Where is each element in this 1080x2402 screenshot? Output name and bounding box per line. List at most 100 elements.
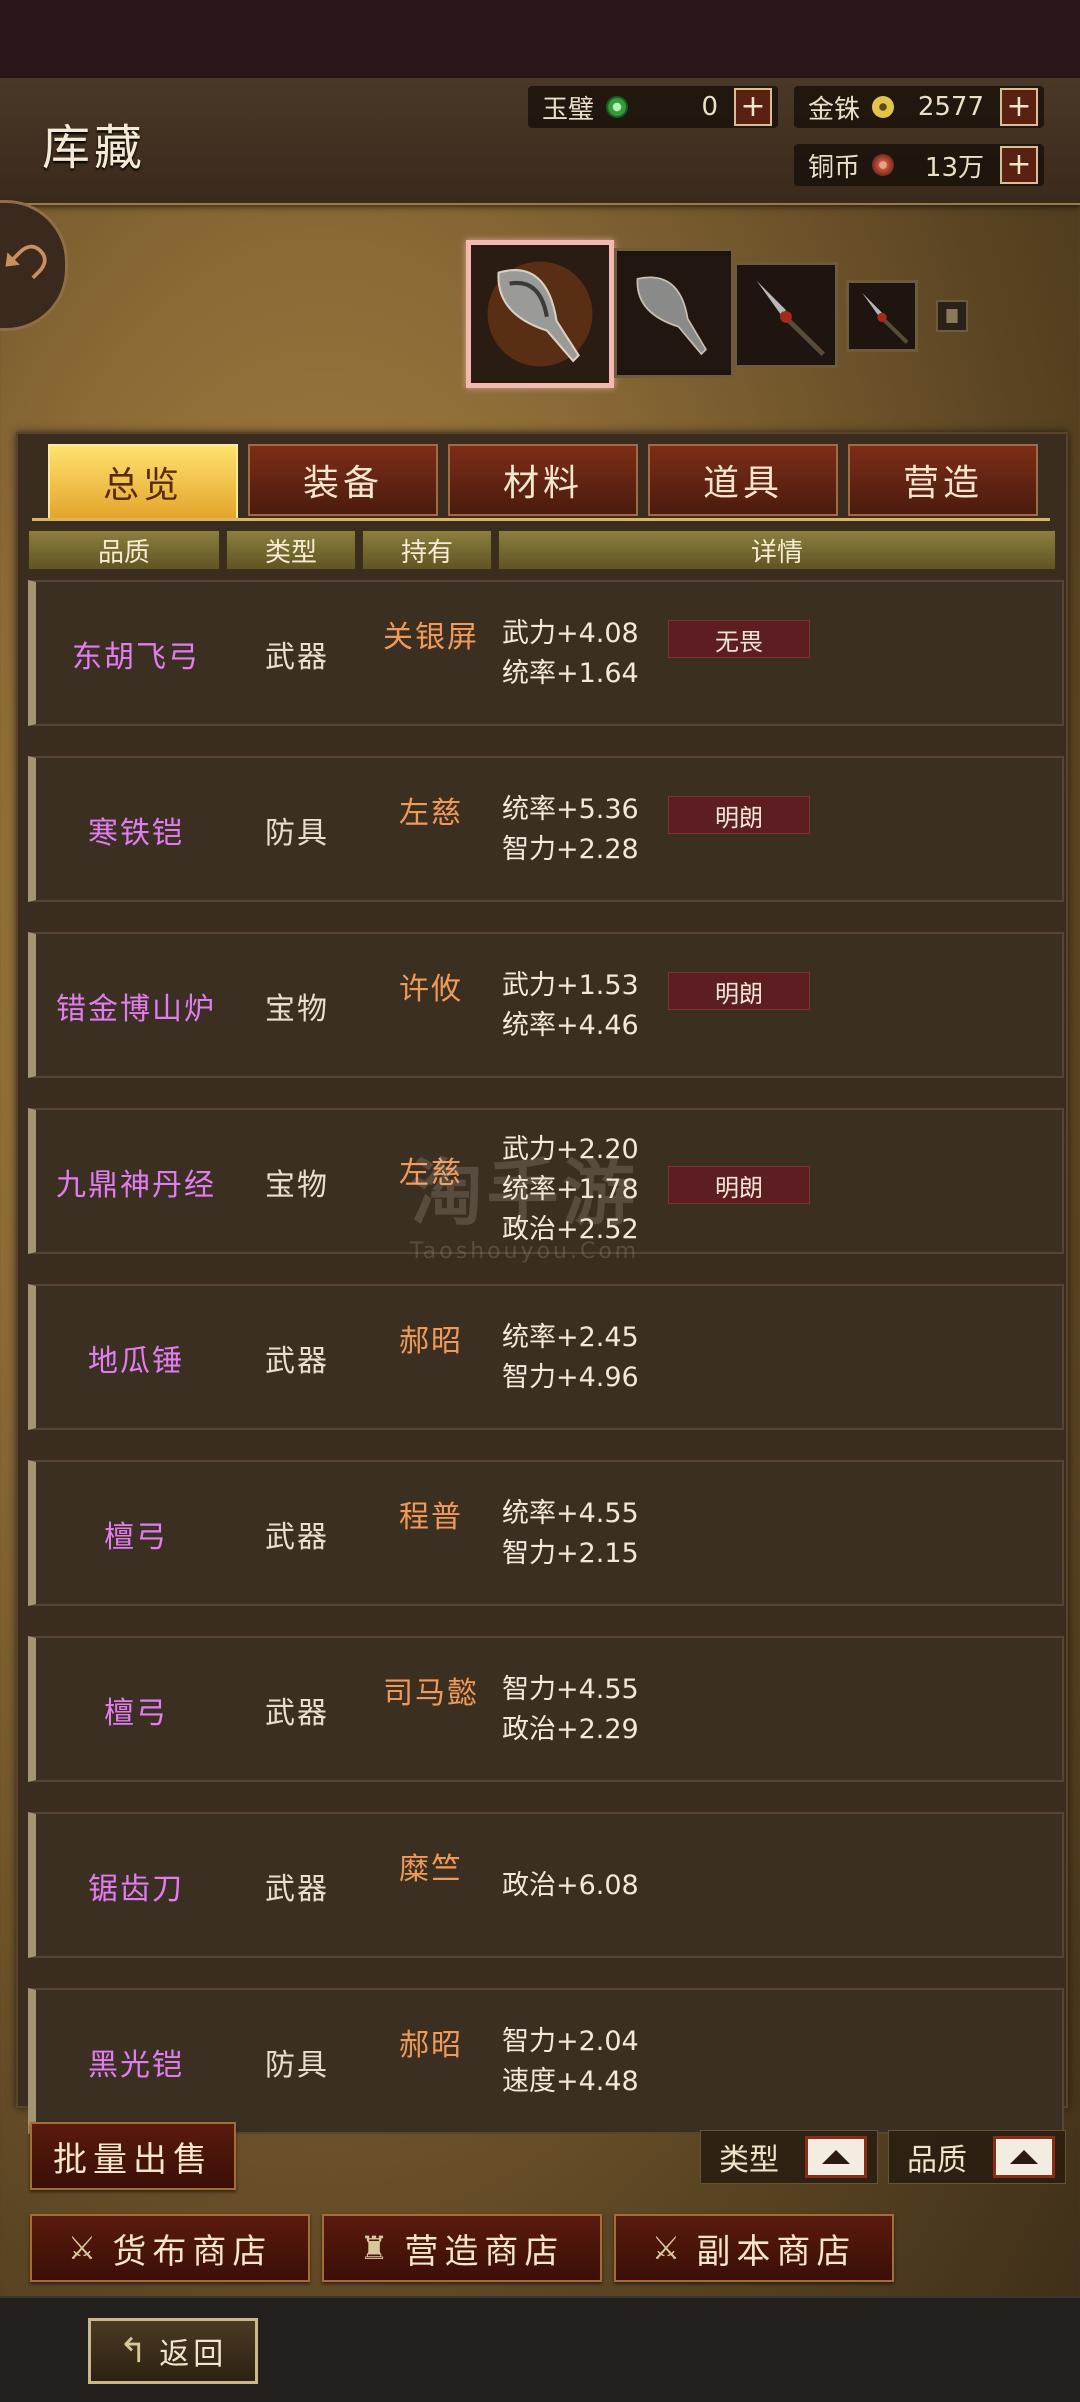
stat-line: 政治+6.08 <box>502 1870 639 1901</box>
chevron-up-icon <box>822 2150 851 2164</box>
sort-type-label: 类型 <box>719 2143 779 2178</box>
stat-line: 武力+4.08 <box>502 618 639 649</box>
jade-icon <box>606 96 628 118</box>
item-type: 武器 <box>265 1344 329 1379</box>
item-name: 锯齿刀 <box>88 1872 184 1907</box>
item-name: 檀弓 <box>104 1520 168 1555</box>
add-gold-button[interactable]: + <box>1000 88 1038 126</box>
currency-gold: 金铢 2577 + <box>794 86 1044 128</box>
sort-by-type[interactable]: 类型 <box>700 2130 878 2184</box>
item-type: 武器 <box>265 1696 329 1731</box>
table-row[interactable]: 檀弓 武器 程普 统率+4.55 智力+2.15 <box>28 1460 1064 1606</box>
item-thumbnail[interactable] <box>734 262 838 368</box>
stat-line: 统率+5.36 <box>502 794 639 825</box>
item-holder: 关银屏 <box>383 620 479 655</box>
blade-icon: ⚔ <box>67 2229 103 2267</box>
sort-quality-label: 品质 <box>907 2143 967 2178</box>
stat-line: 统率+2.45 <box>502 1322 639 1353</box>
sort-quality-toggle[interactable] <box>993 2136 1055 2178</box>
item-holder: 司马懿 <box>383 1676 479 1711</box>
item-stats: 政治+6.08 <box>502 1866 639 1906</box>
trait-badge: 明朗 <box>668 796 810 834</box>
column-header-type[interactable]: 类型 <box>226 530 356 570</box>
top-status-band <box>0 0 1080 78</box>
item-stats: 统率+4.55 智力+2.15 <box>502 1494 639 1574</box>
blade-weapon-icon <box>617 256 731 370</box>
copper-coin-icon <box>872 154 894 176</box>
item-name: 檀弓 <box>104 1696 168 1731</box>
table-row[interactable]: 东胡飞弓 武器 关银屏 武力+4.08 统率+1.64 无畏 <box>28 580 1064 726</box>
watermark: 淘手游 Taoshouyou.Com <box>410 1134 639 1264</box>
item-holder: 郝昭 <box>399 1324 463 1359</box>
table-row[interactable]: 檀弓 武器 司马懿 智力+4.55 政治+2.29 <box>28 1636 1064 1782</box>
item-stats: 智力+4.55 政治+2.29 <box>502 1670 639 1750</box>
spear-weapon-icon <box>737 266 835 364</box>
item-stats: 统率+5.36 智力+2.28 <box>502 790 639 870</box>
table-row[interactable]: 锯齿刀 武器 糜竺 政治+6.08 <box>28 1812 1064 1958</box>
sort-type-toggle[interactable] <box>805 2136 867 2178</box>
sort-by-quality[interactable]: 品质 <box>888 2130 1066 2184</box>
tab-overview[interactable]: 总览 <box>48 444 238 520</box>
currency-label: 铜币 <box>808 152 861 183</box>
construction-shop-button[interactable]: ♜ 营造商店 <box>322 2214 602 2282</box>
trait-badge: 明朗 <box>668 972 810 1010</box>
item-holder: 郝昭 <box>399 2028 463 2063</box>
side-back-button[interactable]: ⮌ <box>0 200 68 331</box>
return-button[interactable]: ↰ 返回 <box>88 2318 258 2384</box>
stat-line: 智力+4.55 <box>502 1674 639 1705</box>
item-holder: 程普 <box>399 1500 463 1535</box>
spear-weapon-icon <box>849 283 915 349</box>
table-row[interactable]: 地瓜锤 武器 郝昭 统率+2.45 智力+4.96 <box>28 1284 1064 1430</box>
item-stats: 武力+4.08 统率+1.64 <box>502 614 639 694</box>
item-name: 九鼎神丹经 <box>56 1168 216 1203</box>
stat-line: 武力+1.53 <box>502 970 639 1001</box>
stat-line: 智力+2.28 <box>502 834 639 865</box>
footer-bar: ↰ 返回 <box>0 2296 1080 2402</box>
tab-equipment[interactable]: 装备 <box>248 444 438 516</box>
trait-badge: 无畏 <box>668 620 810 658</box>
tab-divider <box>32 518 1050 521</box>
tab-items[interactable]: 道具 <box>648 444 838 516</box>
item-thumbnail-selected[interactable] <box>466 240 614 388</box>
table-row[interactable]: 黑光铠 防具 郝昭 智力+2.04 速度+4.48 <box>28 1988 1064 2134</box>
table-row[interactable]: 寒铁铠 防具 左慈 统率+5.36 智力+2.28 明朗 <box>28 756 1064 902</box>
column-header-details[interactable]: 详情 <box>498 530 1056 570</box>
currency-value: 0 <box>701 92 718 122</box>
item-stats: 智力+2.04 速度+4.48 <box>502 2022 639 2102</box>
tab-materials[interactable]: 材料 <box>448 444 638 516</box>
currency-label: 玉璧 <box>542 94 595 125</box>
currency-copper: 铜币 13万 + <box>794 144 1044 186</box>
table-row[interactable]: 错金博山炉 宝物 许攸 武力+1.53 统率+4.46 明朗 <box>28 932 1064 1078</box>
column-header-quality[interactable]: 品质 <box>28 530 220 570</box>
add-jade-button[interactable]: + <box>734 88 772 126</box>
item-type: 宝物 <box>265 1168 329 1203</box>
add-copper-button[interactable]: + <box>1000 146 1038 184</box>
column-header-holder[interactable]: 持有 <box>362 530 492 570</box>
currency-value: 2577 <box>917 92 984 122</box>
stat-line: 智力+2.15 <box>502 1538 639 1569</box>
item-type: 防具 <box>265 816 329 851</box>
item-name: 黑光铠 <box>88 2048 184 2083</box>
category-tabs: 总览 装备 材料 道具 营造 <box>48 444 1038 520</box>
blade-weapon-icon <box>471 245 609 383</box>
tower-icon: ♜ <box>359 2229 395 2267</box>
item-thumbnail[interactable] <box>936 300 968 332</box>
gold-coin-icon <box>872 96 894 118</box>
item-holder: 左慈 <box>399 796 463 831</box>
item-name: 地瓜锤 <box>88 1344 184 1379</box>
trait-badge: 明朗 <box>668 1166 810 1204</box>
item-thumbnail[interactable] <box>846 280 918 352</box>
item-type: 武器 <box>265 1872 329 1907</box>
bulk-sell-button[interactable]: 批量出售 <box>30 2122 236 2190</box>
stat-line: 速度+4.48 <box>502 2066 639 2097</box>
item-thumbnail[interactable] <box>614 248 734 378</box>
stat-line: 政治+2.29 <box>502 1714 639 1745</box>
stat-line: 统率+1.64 <box>502 658 639 689</box>
currency-shop-button[interactable]: ⚔ 货布商店 <box>30 2214 310 2282</box>
tab-construction[interactable]: 营造 <box>848 444 1038 516</box>
chevron-up-icon <box>1010 2150 1039 2164</box>
currency-value: 13万 <box>924 152 984 183</box>
dungeon-shop-button[interactable]: ⚔ 副本商店 <box>614 2214 894 2282</box>
stat-line: 智力+2.04 <box>502 2026 639 2057</box>
dungeon-shop-label: 副本商店 <box>696 2231 857 2272</box>
